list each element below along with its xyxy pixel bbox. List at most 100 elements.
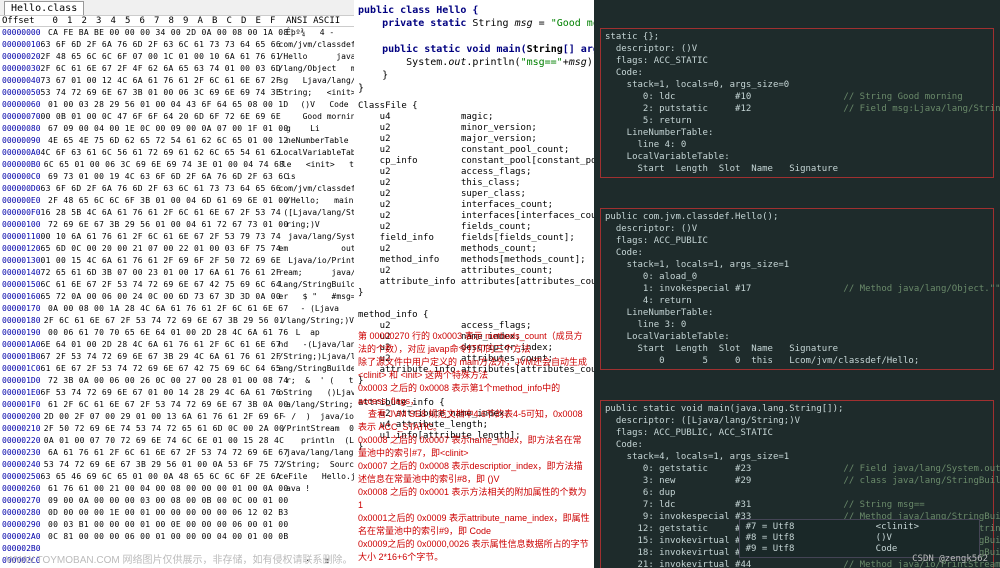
hex-bytes: 6A 61 76 61 2F 6C 61 6E 67 2F 53 74 72 6… xyxy=(48,447,282,459)
offset: 00000190 xyxy=(0,327,48,339)
hex-row[interactable]: 0000016065 72 0A 00 06 00 24 0C 00 6D 73… xyxy=(0,291,354,303)
hex-row[interactable]: 000001506C 61 6E 67 2F 53 74 72 69 6E 67… xyxy=(0,279,354,291)
hex-bytes: 0A 00 08 00 1A 28 4C 6A 61 76 61 2F 6C 6… xyxy=(48,303,282,315)
offset: 00000250 xyxy=(0,471,41,483)
hex-row[interactable]: 0000013001 00 15 4C 6A 61 76 61 2F 69 6F… xyxy=(0,255,354,267)
hex-row[interactable]: 0000008067 09 00 04 00 1E 0C 00 09 00 0A… xyxy=(0,123,354,135)
hex-row[interactable]: 000000C069 73 01 00 19 4C 63 6F 6D 2F 6A… xyxy=(0,171,354,183)
source-panel: public class Hello { private static Stri… xyxy=(354,0,594,568)
hex-row[interactable]: 000000B06C 65 01 00 06 3C 69 6E 69 74 3E… xyxy=(0,159,354,171)
hex-col-D: D xyxy=(237,16,252,26)
hex-row[interactable]: 0000026061 76 61 00 21 00 04 00 08 00 00… xyxy=(0,483,354,495)
hex-bytes: 67 09 00 04 00 1E 0C 00 09 00 0A 07 00 1… xyxy=(48,123,282,135)
hex-row[interactable]: 0000019000 06 61 70 70 65 6E 64 01 00 2D… xyxy=(0,327,354,339)
hex-col-A: A xyxy=(193,16,208,26)
hex-body[interactable]: 00000000CA FE BA BE 00 00 00 34 00 2D 0A… xyxy=(0,27,354,568)
offset: 00000170 xyxy=(0,303,48,315)
hex-row[interactable]: 000001802F 6C 61 6E 67 2F 53 74 72 69 6E… xyxy=(0,315,354,327)
hex-row[interactable]: 0000010072 69 6E 67 3B 29 56 01 00 04 61… xyxy=(0,219,354,231)
hex-row[interactable]: 0000001063 6F 6D 2F 6A 76 6D 2F 63 6C 61… xyxy=(0,39,354,51)
hex-row[interactable]: 0000011000 10 6A 61 76 61 2F 6C 61 6E 67… xyxy=(0,231,354,243)
offset: 000001D0 xyxy=(0,375,48,387)
hex-row[interactable]: 0000007000 0B 01 00 0C 47 6F 6F 64 20 6D… xyxy=(0,111,354,123)
ascii: em out xyxy=(279,243,354,255)
javap-constructor: public com.jvm.classdef.Hello(); descrip… xyxy=(600,208,994,370)
offset: 000001A0 xyxy=(0,339,41,351)
hex-row[interactable]: 000001C061 6E 67 2F 53 74 72 69 6E 67 42… xyxy=(0,363,354,375)
offset: 00000260 xyxy=(0,483,48,495)
hex-row[interactable]: 000000904E 65 4E 75 6D 62 65 72 54 61 62… xyxy=(0,135,354,147)
hex-row[interactable]: 000000A04C 6F 63 61 6C 56 61 72 69 61 62… xyxy=(0,147,354,159)
hex-bytes: 53 74 72 69 6E 67 3B 01 00 06 3C 69 6E 6… xyxy=(41,87,275,99)
hex-row[interactable]: 000002306A 61 76 61 2F 6C 61 6E 67 2F 53… xyxy=(0,447,354,459)
csdn-watermark: CSDN @zengk562 xyxy=(912,553,988,565)
offset: 00000220 xyxy=(0,435,44,447)
offset: 00000040 xyxy=(0,75,41,87)
hex-row[interactable]: 000000302F 6C 61 6E 67 2F 4F 62 6A 65 63… xyxy=(0,63,354,75)
hex-row[interactable]: 000002800D 00 00 00 1E 00 01 00 00 00 00… xyxy=(0,507,354,519)
offset: 000000D0 xyxy=(0,183,41,195)
ascii: L ap xyxy=(286,327,320,339)
hex-bytes: 69 73 01 00 19 4C 63 6F 6D 2F 6A 76 6D 2… xyxy=(48,171,282,183)
ascii: r; & ' ( t xyxy=(286,375,353,387)
offset: 000001B0 xyxy=(0,351,41,363)
offset: 00000130 xyxy=(0,255,41,267)
hex-row[interactable]: 000001A06E 64 01 00 2D 28 4C 6A 61 76 61… xyxy=(0,339,354,351)
hex-row[interactable]: 000001B067 2F 53 74 72 69 6E 67 3B 29 4C… xyxy=(0,351,354,363)
hex-bytes: 72 3B 0A 00 06 00 26 0C 00 27 00 28 01 0… xyxy=(48,375,282,387)
hex-bytes: 65 72 0A 00 06 00 24 0C 00 6D 73 67 3D 3… xyxy=(41,291,275,303)
hex-bytes: 2F 6C 61 6E 67 2F 4F 62 6A 65 63 74 01 0… xyxy=(41,63,275,75)
offset: 00000020 xyxy=(0,51,41,63)
hex-row[interactable]: 0000012065 6D 0C 00 20 00 21 07 00 22 01… xyxy=(0,243,354,255)
ascii: com/jvm/classdef xyxy=(279,183,354,195)
hex-row[interactable]: 0000027009 00 0A 00 00 00 03 00 08 00 0B… xyxy=(0,495,354,507)
hex-col-C: C xyxy=(222,16,237,26)
hex-bytes: 2D 00 2F 07 00 29 01 00 13 6A 61 76 61 2… xyxy=(44,411,278,423)
tab-bar: Hello.class xyxy=(0,0,354,16)
hex-row[interactable]: 000001F061 2F 6C 61 6E 67 2F 53 74 72 69… xyxy=(0,399,354,411)
hex-col-7: 7 xyxy=(150,16,165,26)
ascii: is xyxy=(286,171,296,183)
hex-row[interactable]: 000000D063 6F 6D 2F 6A 76 6D 2F 63 6C 61… xyxy=(0,183,354,195)
hex-row[interactable]: 0000014072 65 61 6D 3B 07 00 23 01 00 17… xyxy=(0,267,354,279)
hex-row[interactable]: 0000025063 65 46 69 6C 65 01 00 0A 48 65… xyxy=(0,471,354,483)
hex-row[interactable]: 0000004073 67 01 00 12 4C 6A 61 76 61 2F… xyxy=(0,75,354,87)
hex-row[interactable]: 000000202F 48 65 6C 6C 6F 07 00 1C 01 00… xyxy=(0,51,354,63)
ascii: java/lang/Syst xyxy=(279,231,354,243)
hex-row[interactable]: 000000F016 28 5B 4C 6A 61 76 61 2F 6C 61… xyxy=(0,207,354,219)
hex-bytes: 6E 64 01 00 2D 28 4C 6A 61 76 61 2F 6C 6… xyxy=(41,339,275,351)
file-tab[interactable]: Hello.class xyxy=(4,1,84,15)
hex-row[interactable]: 0000024053 74 72 69 6E 67 3B 29 56 01 00… xyxy=(0,459,354,471)
ascii: - / ) java/io xyxy=(282,411,354,423)
offset: 000001F0 xyxy=(0,399,48,411)
hex-col-6: 6 xyxy=(135,16,150,26)
hex-col-E: E xyxy=(251,16,266,26)
source-code: public class Hello { private static Stri… xyxy=(358,4,590,95)
hex-row[interactable]: 000002200A 01 00 07 70 72 69 6E 74 6C 6E… xyxy=(0,435,354,447)
hex-col-3: 3 xyxy=(92,16,107,26)
offset: 00000290 xyxy=(0,519,48,531)
hex-col-4: 4 xyxy=(106,16,121,26)
offset: 00000000 xyxy=(0,27,48,39)
offset: 00000060 xyxy=(0,99,48,111)
hex-row[interactable]: 000001700A 00 08 00 1A 28 4C 6A 61 76 61… xyxy=(0,303,354,315)
hex-row[interactable]: 0000006001 00 03 28 29 56 01 00 04 43 6F… xyxy=(0,99,354,111)
ascii: ang/StringBuilde xyxy=(279,363,354,375)
offset: 00000280 xyxy=(0,507,48,519)
ascii: /PrintStream 0 xyxy=(282,423,354,435)
hex-row[interactable]: 000002102F 50 72 69 6E 74 53 74 72 65 61… xyxy=(0,423,354,435)
hex-row[interactable]: 00000000CA FE BA BE 00 00 00 34 00 2D 0A… xyxy=(0,27,354,39)
ascii: neNumberTable xyxy=(286,135,349,147)
hex-row[interactable]: 000002A00C 81 00 00 00 06 00 01 00 00 00… xyxy=(0,531,354,543)
hex-bytes: 4C 6F 63 61 6C 56 61 72 69 61 62 6C 65 5… xyxy=(41,147,275,159)
hex-col-8: 8 xyxy=(164,16,179,26)
offset: 00000090 xyxy=(0,135,48,147)
hex-header: Offset 0123456789ABCDEF ANSI ASCII xyxy=(0,16,354,27)
hex-row[interactable]: 0000029000 03 B1 00 00 00 01 00 0E 00 00… xyxy=(0,519,354,531)
hex-row[interactable]: 000001D072 3B 0A 00 06 00 26 0C 00 27 00… xyxy=(0,375,354,387)
hex-row[interactable]: 000001E06F 53 74 72 69 6E 67 01 00 14 28… xyxy=(0,387,354,399)
hex-row[interactable]: 0000005053 74 72 69 6E 67 3B 01 00 06 3C… xyxy=(0,87,354,99)
hex-bytes: 61 2F 6C 61 6E 67 2F 53 74 72 69 6E 67 3… xyxy=(48,399,282,411)
hex-row[interactable]: 000000E02F 48 65 6C 6C 6F 3B 01 00 04 6D… xyxy=(0,195,354,207)
hex-row[interactable]: 000002002D 00 2F 07 00 29 01 00 13 6A 61… xyxy=(0,411,354,423)
